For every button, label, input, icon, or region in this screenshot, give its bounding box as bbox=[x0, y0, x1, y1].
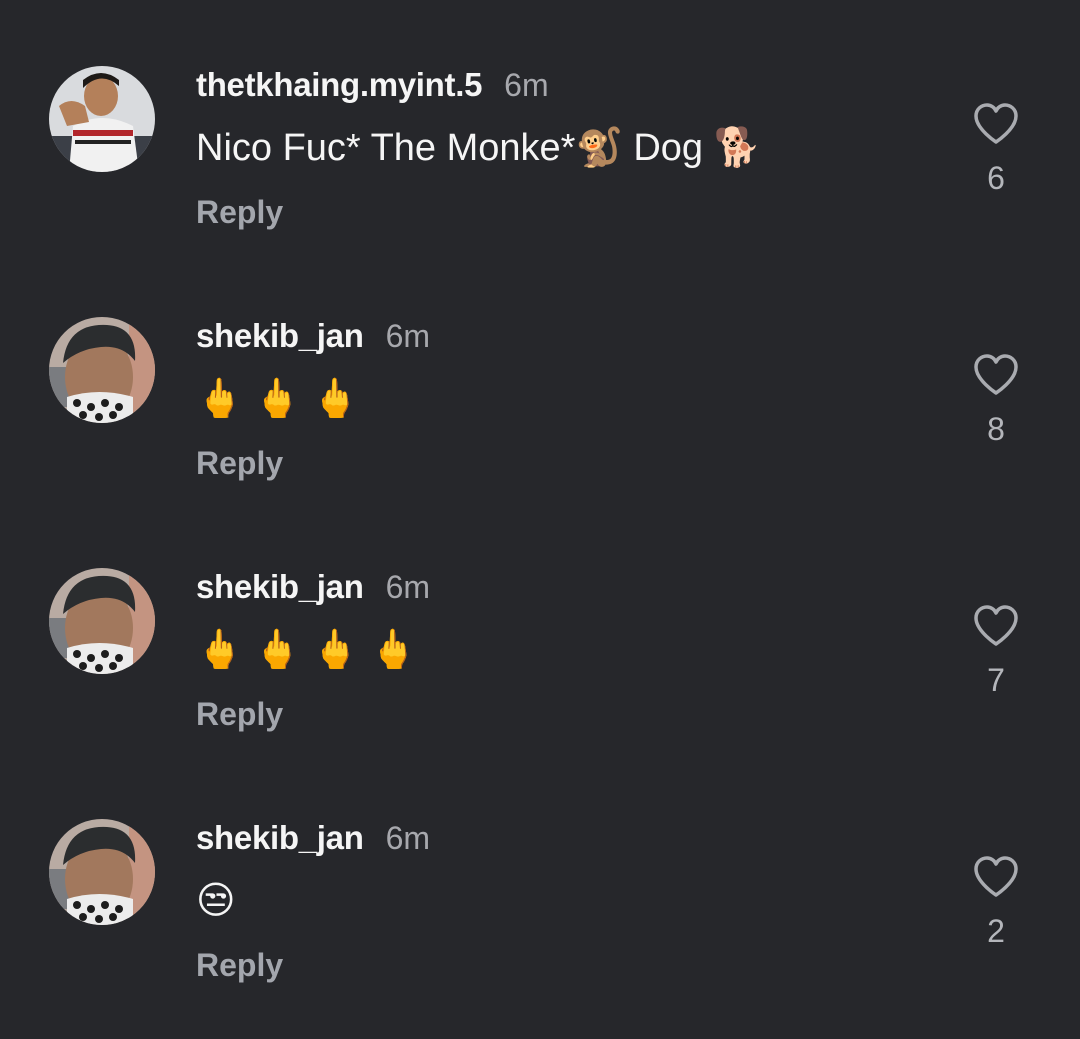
comment-text: 🖕 🖕 🖕 🖕 bbox=[196, 629, 417, 671]
comment-meta: thetkhaing.myint.5 6m bbox=[196, 66, 549, 106]
like-button[interactable]: 8 bbox=[966, 353, 1026, 483]
like-button[interactable]: 2 bbox=[966, 855, 1026, 985]
avatar[interactable] bbox=[49, 568, 155, 674]
timestamp: 6m bbox=[385, 569, 431, 605]
reply-button[interactable]: Reply bbox=[196, 194, 283, 231]
username[interactable]: shekib_jan bbox=[196, 568, 364, 606]
reply-button[interactable]: Reply bbox=[196, 947, 283, 984]
like-button[interactable]: 7 bbox=[966, 604, 1026, 734]
avatar[interactable] bbox=[49, 317, 155, 423]
heart-outline-icon bbox=[974, 354, 1018, 395]
comment-text: 😒 bbox=[196, 880, 236, 922]
comment-meta: shekib_jan 6m bbox=[196, 317, 430, 357]
reply-button[interactable]: Reply bbox=[196, 696, 283, 733]
heart-outline-icon bbox=[974, 103, 1018, 144]
comment-meta: shekib_jan 6m bbox=[196, 568, 430, 608]
timestamp: 6m bbox=[385, 820, 431, 856]
timestamp: 6m bbox=[504, 67, 549, 103]
comment-item: shekib_jan 6m 🖕 🖕 🖕 🖕 Reply 7 bbox=[0, 568, 1080, 788]
comment-item: shekib_jan 6m 🖕 🖕 🖕 Reply 8 bbox=[0, 317, 1080, 537]
timestamp: 6m bbox=[385, 318, 431, 354]
comment-item: shekib_jan 6m 😒 Reply 2 bbox=[0, 819, 1080, 1039]
like-count: 2 bbox=[987, 913, 1005, 949]
avatar[interactable] bbox=[49, 66, 155, 172]
reply-button[interactable]: Reply bbox=[196, 445, 283, 482]
comment-item: thetkhaing.myint.5 6m Nico Fuc* The Monk… bbox=[0, 66, 1080, 286]
comment-meta: shekib_jan 6m bbox=[196, 819, 430, 859]
like-button[interactable]: 6 bbox=[966, 102, 1026, 232]
comment-text: 🖕 🖕 🖕 bbox=[196, 378, 360, 420]
heart-outline-icon bbox=[974, 605, 1018, 646]
username[interactable]: thetkhaing.myint.5 bbox=[196, 66, 482, 104]
avatar[interactable] bbox=[49, 819, 155, 925]
like-count: 7 bbox=[987, 662, 1005, 698]
heart-outline-icon bbox=[974, 856, 1018, 897]
comment-text: Nico Fuc* The Monke*🐒 Dog 🐕 bbox=[196, 127, 761, 169]
username[interactable]: shekib_jan bbox=[196, 317, 364, 355]
like-count: 8 bbox=[987, 411, 1005, 447]
like-count: 6 bbox=[987, 160, 1005, 196]
username[interactable]: shekib_jan bbox=[196, 819, 364, 857]
